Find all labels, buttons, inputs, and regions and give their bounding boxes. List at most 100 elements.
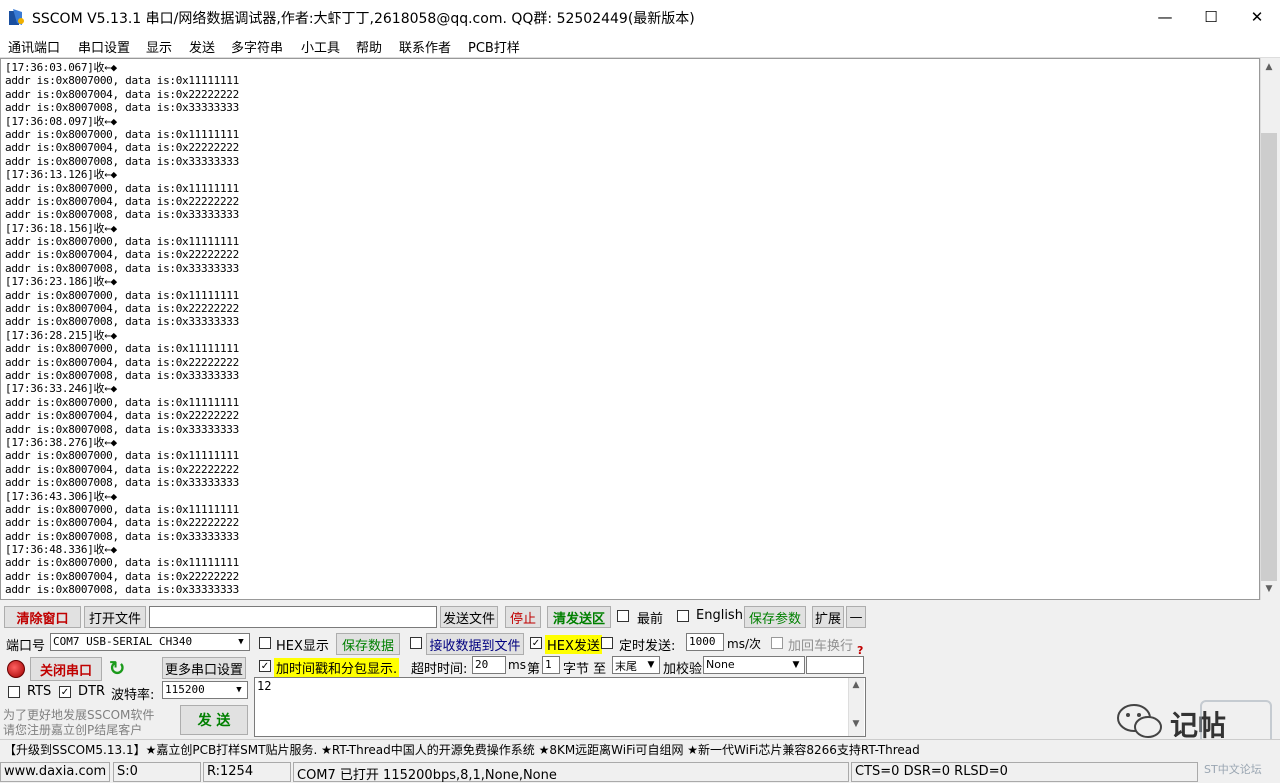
baud-select[interactable]: 115200 ▼	[162, 681, 248, 699]
port-label: 端口号	[6, 639, 46, 654]
scroll-up-icon[interactable]: ▲	[849, 680, 863, 694]
interval-unit: ms/次	[727, 637, 761, 651]
send-button[interactable]: 发 送	[180, 705, 248, 735]
receive-line: [17:36:33.246]收←◆	[5, 382, 117, 396]
recv-to-file-checkbox[interactable]	[410, 637, 422, 649]
receive-line: [17:36:08.097]收←◆	[5, 114, 117, 128]
send-textarea[interactable]: 12	[254, 677, 866, 737]
timeout-label: 超时时间:	[411, 662, 468, 677]
port-select[interactable]: COM7 USB-SERIAL CH340 ▼	[50, 633, 250, 651]
chevron-down-icon: ▼	[792, 660, 800, 670]
timeout-input[interactable]: 20	[472, 656, 506, 674]
scrollbar-thumb[interactable]	[1261, 133, 1277, 581]
byte-label: 字节 至	[563, 662, 607, 677]
timed-send-label: 定时发送:	[619, 639, 676, 654]
expand-button[interactable]: 扩展	[812, 606, 844, 628]
chevron-down-icon: ▼	[647, 660, 655, 670]
frame-label: 第	[527, 662, 541, 677]
english-checkbox[interactable]	[677, 610, 689, 622]
dtr-checkbox[interactable]: ✓	[59, 686, 71, 698]
baud-label: 波特率:	[111, 688, 155, 703]
minimize-button[interactable]: —	[1142, 0, 1188, 34]
receive-line: addr is:0x8007008, data is:0x33333333	[5, 368, 239, 382]
checksum-value: None	[706, 658, 735, 671]
dtr-label: DTR	[78, 684, 105, 699]
topmost-checkbox[interactable]	[617, 610, 629, 622]
hex-send-checkbox[interactable]: ✓	[530, 637, 542, 649]
receive-line: addr is:0x8007000, data is:0x11111111	[5, 502, 239, 516]
receive-area[interactable]: [17:36:03.067]收←◆ addr is:0x8007000, data…	[0, 58, 1260, 600]
receive-line: addr is:0x8007000, data is:0x11111111	[5, 288, 239, 302]
ad-bar[interactable]: 【升级到SSCOM5.13.1】★嘉立创PCB打样SMT贴片服务. ★RT-Th…	[0, 739, 1280, 759]
menu-tools[interactable]: 小工具	[301, 37, 340, 56]
receive-line: addr is:0x8007000, data is:0x11111111	[5, 556, 239, 570]
file-path-input[interactable]	[149, 606, 437, 628]
promo-line-2: 请您注册嘉立创P结尾客户	[3, 723, 143, 737]
rts-label: RTS	[27, 684, 52, 699]
menu-comm-port[interactable]: 通讯端口	[8, 37, 60, 56]
help-icon[interactable]: ?	[857, 644, 863, 657]
interval-input[interactable]: 1000	[686, 633, 724, 651]
scroll-up-icon[interactable]: ▲	[1262, 62, 1276, 76]
receive-line: [17:36:03.067]收←◆	[5, 61, 117, 74]
receive-line: addr is:0x8007004, data is:0x22222222	[5, 409, 239, 423]
menu-send[interactable]: 发送	[189, 37, 215, 56]
status-website[interactable]: www.daxia.com	[0, 762, 110, 782]
refresh-icon[interactable]: ↻	[106, 657, 128, 679]
chevron-down-icon: ▼	[238, 637, 244, 647]
title-bar: SSCOM V5.13.1 串口/网络数据调试器,作者:大虾丁丁,2618058…	[0, 0, 1280, 34]
close-port-button[interactable]: 关闭串口	[30, 657, 102, 681]
checksum-label: 加校验	[663, 662, 703, 677]
status-port: COM7 已打开 115200bps,8,1,None,None	[293, 762, 849, 783]
status-sent: S:0	[113, 762, 201, 782]
receive-line: [17:36:13.126]收←◆	[5, 168, 117, 182]
timed-send-checkbox[interactable]	[601, 637, 613, 649]
hex-display-checkbox[interactable]	[259, 637, 271, 649]
collapse-button[interactable]: —	[846, 606, 866, 628]
add-crlf-checkbox[interactable]	[771, 637, 783, 649]
open-file-button[interactable]: 打开文件	[84, 606, 146, 628]
timestamp-checkbox[interactable]: ✓	[259, 660, 271, 672]
checksum-select[interactable]: None ▼	[703, 656, 805, 674]
clear-send-button[interactable]: 清发送区	[547, 606, 611, 628]
menu-serial-settings[interactable]: 串口设置	[78, 37, 130, 56]
save-params-button[interactable]: 保存参数	[744, 606, 806, 628]
receive-line: addr is:0x8007008, data is:0x33333333	[5, 529, 239, 543]
menu-multi-string[interactable]: 多字符串	[231, 37, 283, 56]
menu-help[interactable]: 帮助	[356, 37, 382, 56]
receive-line: [17:36:18.156]收←◆	[5, 221, 117, 235]
receive-line: addr is:0x8007008, data is:0x33333333	[5, 101, 239, 115]
more-settings-button[interactable]: 更多串口设置	[162, 657, 246, 679]
status-lines: CTS=0 DSR=0 RLSD=0	[851, 762, 1198, 782]
checksum-result-field	[806, 656, 864, 674]
receive-line: addr is:0x8007008, data is:0x33333333	[5, 154, 239, 168]
receive-line: addr is:0x8007000, data is:0x11111111	[5, 395, 239, 409]
menu-pcb[interactable]: PCB打样	[468, 37, 520, 56]
receive-line: addr is:0x8007004, data is:0x22222222	[5, 141, 239, 155]
timeout-unit: ms	[508, 658, 526, 672]
receive-line: addr is:0x8007004, data is:0x22222222	[5, 516, 239, 530]
end-select[interactable]: 末尾 ▼	[612, 656, 660, 674]
receive-line: addr is:0x8007004, data is:0x22222222	[5, 569, 239, 583]
clear-window-button[interactable]: 清除窗口	[4, 606, 81, 628]
receive-line: [17:36:28.215]收←◆	[5, 328, 117, 342]
receive-line: addr is:0x8007004, data is:0x22222222	[5, 302, 239, 316]
receive-line: addr is:0x8007008, data is:0x33333333	[5, 315, 239, 329]
scroll-down-icon[interactable]: ▼	[1262, 584, 1276, 598]
receive-line: [17:36:23.186]收←◆	[5, 275, 117, 289]
recv-to-file-button[interactable]: 接收数据到文件	[426, 633, 524, 655]
menu-contact[interactable]: 联系作者	[399, 37, 451, 56]
send-file-button[interactable]: 发送文件	[440, 606, 498, 628]
save-data-button[interactable]: 保存数据	[336, 633, 400, 655]
stop-button[interactable]: 停止	[505, 606, 541, 628]
receive-line: addr is:0x8007004, data is:0x22222222	[5, 355, 239, 369]
end-value: 末尾	[615, 660, 637, 673]
frame-input[interactable]: 1	[542, 656, 560, 674]
close-button[interactable]: ✕	[1234, 0, 1280, 34]
rts-checkbox[interactable]	[8, 686, 20, 698]
scroll-down-icon[interactable]: ▼	[849, 719, 863, 733]
english-label: English	[696, 608, 743, 623]
receive-line: addr is:0x8007000, data is:0x11111111	[5, 342, 239, 356]
menu-display[interactable]: 显示	[146, 37, 172, 56]
maximize-button[interactable]: ☐	[1188, 0, 1234, 34]
